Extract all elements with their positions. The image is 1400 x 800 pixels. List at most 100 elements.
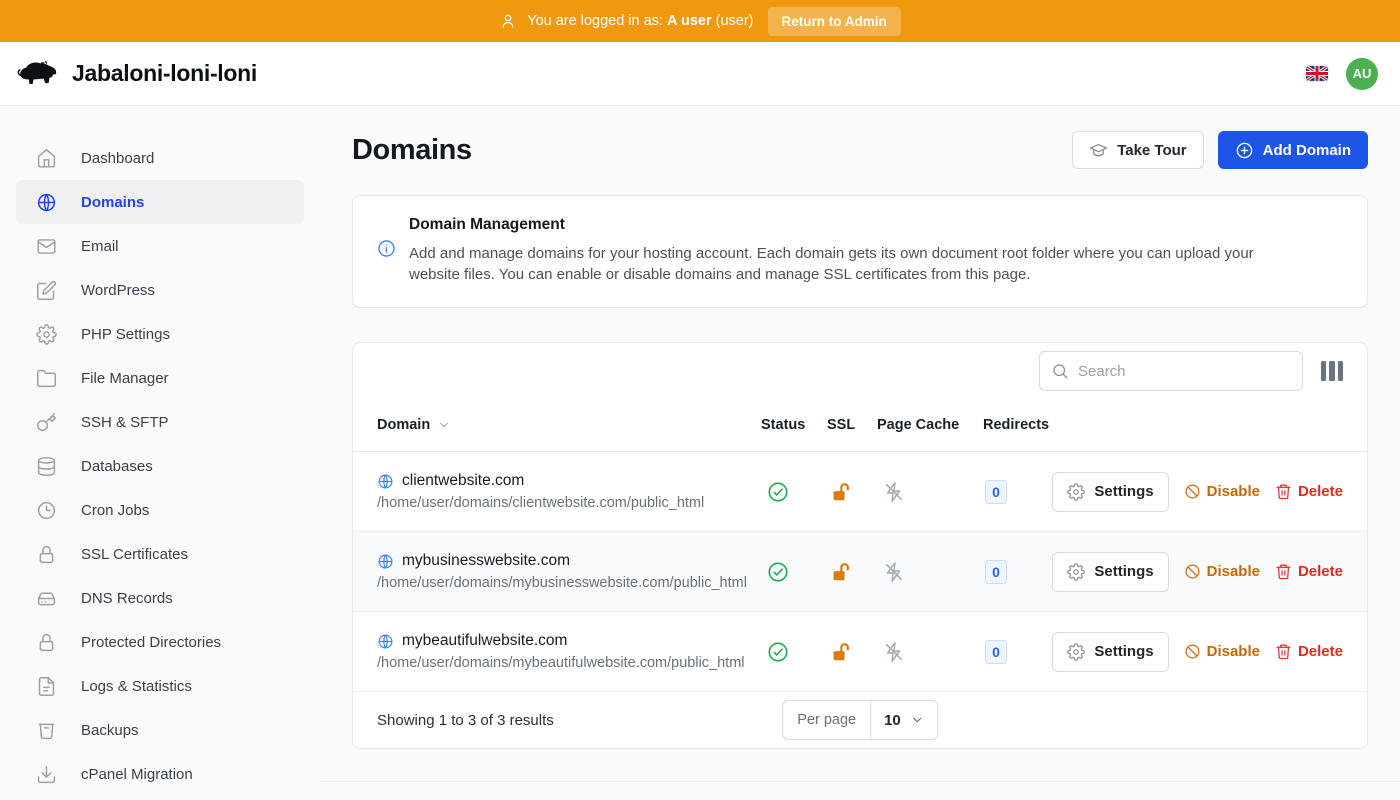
ban-icon xyxy=(1184,643,1201,660)
chevron-down-icon xyxy=(910,713,924,727)
table-row: clientwebsite.com /home/user/domains/cli… xyxy=(353,452,1367,532)
per-page-value: 10 xyxy=(884,712,901,729)
settings-button[interactable]: Settings xyxy=(1052,632,1168,672)
delete-button[interactable]: Delete xyxy=(1275,643,1343,660)
column-header-page-cache: Page Cache xyxy=(877,417,983,433)
sidebar-item-ssh-sftp[interactable]: SSH & SFTP xyxy=(16,400,304,444)
sort-chevron-icon[interactable] xyxy=(437,418,451,432)
sidebar-nav: Dashboard Domains Email WordPress PHP Se… xyxy=(0,106,320,800)
globe-icon xyxy=(36,192,57,213)
download-icon xyxy=(36,764,57,785)
sidebar-item-label: cPanel Migration xyxy=(81,766,193,783)
sidebar-item-label: Logs & Statistics xyxy=(81,678,192,695)
column-header-redirects: Redirects xyxy=(983,417,1073,433)
sidebar-item-domains[interactable]: Domains xyxy=(16,180,304,224)
status-active-check-icon xyxy=(767,641,789,663)
boar-logo-icon xyxy=(16,58,62,90)
sidebar-item-label: Databases xyxy=(81,458,153,475)
disable-button[interactable]: Disable xyxy=(1184,643,1260,660)
sidebar-item-file-manager[interactable]: File Manager xyxy=(16,356,304,400)
impersonation-banner: You are logged in as: A user (user) Retu… xyxy=(0,0,1400,42)
sidebar-item-cron-jobs[interactable]: Cron Jobs xyxy=(16,488,304,532)
banner-user-name: A user xyxy=(667,13,712,29)
info-panel-title: Domain Management xyxy=(409,216,1307,234)
sidebar-item-label: SSL Certificates xyxy=(81,546,188,563)
gear-icon xyxy=(1067,643,1085,661)
key-icon xyxy=(36,412,57,433)
footer-divider xyxy=(320,781,1400,782)
sidebar-item-label: PHP Settings xyxy=(81,326,170,343)
sidebar-item-backups[interactable]: Backups xyxy=(16,708,304,752)
ssl-unlocked-icon xyxy=(829,561,851,583)
sidebar-item-php-settings[interactable]: PHP Settings xyxy=(16,312,304,356)
info-icon xyxy=(377,239,396,258)
banner-user-role: (user) xyxy=(716,13,754,29)
take-tour-button[interactable]: Take Tour xyxy=(1072,131,1203,169)
sidebar-item-protected-directories[interactable]: Protected Directories xyxy=(16,620,304,664)
lock-icon xyxy=(36,632,57,653)
disable-button[interactable]: Disable xyxy=(1184,563,1260,580)
column-header-ssl: SSL xyxy=(827,417,877,433)
language-flag-uk-icon[interactable] xyxy=(1306,66,1328,81)
user-avatar[interactable]: AU xyxy=(1346,58,1378,90)
per-page-select[interactable]: Per page 10 xyxy=(782,700,938,740)
plus-circle-icon xyxy=(1235,141,1254,160)
ban-icon xyxy=(1184,483,1201,500)
sidebar-item-cpanel-migration[interactable]: cPanel Migration xyxy=(16,752,304,796)
sidebar-item-ssl-certificates[interactable]: SSL Certificates xyxy=(16,532,304,576)
brand-home-link[interactable]: Jabaloni-loni-loni xyxy=(16,58,257,90)
ban-icon xyxy=(1184,563,1201,580)
sidebar-item-label: Cron Jobs xyxy=(81,502,149,519)
clock-icon xyxy=(36,500,57,521)
column-header-status: Status xyxy=(761,417,827,433)
add-domain-button[interactable]: Add Domain xyxy=(1218,131,1368,169)
domain-management-info-panel: Domain Management Add and manage domains… xyxy=(352,195,1368,308)
sidebar-item-dns-records[interactable]: DNS Records xyxy=(16,576,304,620)
ssl-unlocked-icon xyxy=(829,481,851,503)
info-panel-body: Add and manage domains for your hosting … xyxy=(409,243,1307,285)
search-icon xyxy=(1051,362,1069,380)
domain-path: /home/user/domains/mybusinesswebsite.com… xyxy=(377,575,761,591)
sidebar-item-databases[interactable]: Databases xyxy=(16,444,304,488)
sidebar-item-dashboard[interactable]: Dashboard xyxy=(16,136,304,180)
column-settings-button[interactable] xyxy=(1321,361,1343,381)
sidebar-item-wordpress[interactable]: WordPress xyxy=(16,268,304,312)
settings-button[interactable]: Settings xyxy=(1052,472,1168,512)
search-input[interactable] xyxy=(1039,351,1303,391)
redirects-count-badge: 0 xyxy=(985,480,1007,504)
column-header-domain: Domain xyxy=(377,417,430,433)
sidebar-item-logs-statistics[interactable]: Logs & Statistics xyxy=(16,664,304,708)
sidebar-item-email[interactable]: Email xyxy=(16,224,304,268)
sidebar-item-label: Domains xyxy=(81,194,144,211)
globe-icon xyxy=(377,473,394,490)
settings-button[interactable]: Settings xyxy=(1052,552,1168,592)
domain-path: /home/user/domains/clientwebsite.com/pub… xyxy=(377,495,761,511)
banner-text: You are logged in as: xyxy=(527,13,663,29)
delete-button[interactable]: Delete xyxy=(1275,563,1343,580)
brand-title: Jabaloni-loni-loni xyxy=(72,60,257,87)
sidebar-item-label: DNS Records xyxy=(81,590,173,607)
sidebar-item-label: Backups xyxy=(81,722,139,739)
impersonation-message: You are logged in as: A user (user) xyxy=(499,12,753,30)
per-page-label: Per page xyxy=(783,701,871,739)
table-header-row: Domain Status SSL Page Cache Redirects xyxy=(353,399,1367,452)
graduation-cap-icon xyxy=(1089,141,1108,160)
disable-button[interactable]: Disable xyxy=(1184,483,1260,500)
globe-icon xyxy=(377,633,394,650)
page-cache-off-icon xyxy=(883,641,905,663)
return-to-admin-button[interactable]: Return to Admin xyxy=(768,7,901,36)
home-icon xyxy=(36,148,57,169)
status-active-check-icon xyxy=(767,561,789,583)
redirects-count-badge: 0 xyxy=(985,560,1007,584)
delete-button[interactable]: Delete xyxy=(1275,483,1343,500)
table-footer: Showing 1 to 3 of 3 results Per page 10 xyxy=(353,692,1367,748)
table-row: mybusinesswebsite.com /home/user/domains… xyxy=(353,532,1367,612)
edit-icon xyxy=(36,280,57,301)
main-content: Domains Take Tour Add Domain Domain Mana… xyxy=(320,106,1400,800)
lock-icon xyxy=(36,544,57,565)
file-text-icon xyxy=(36,676,57,697)
sidebar-item-label: Email xyxy=(81,238,119,255)
domains-table-panel: Domain Status SSL Page Cache Redirects c… xyxy=(352,342,1368,749)
trash-icon xyxy=(1275,483,1292,500)
app-header: Jabaloni-loni-loni AU xyxy=(0,42,1400,106)
